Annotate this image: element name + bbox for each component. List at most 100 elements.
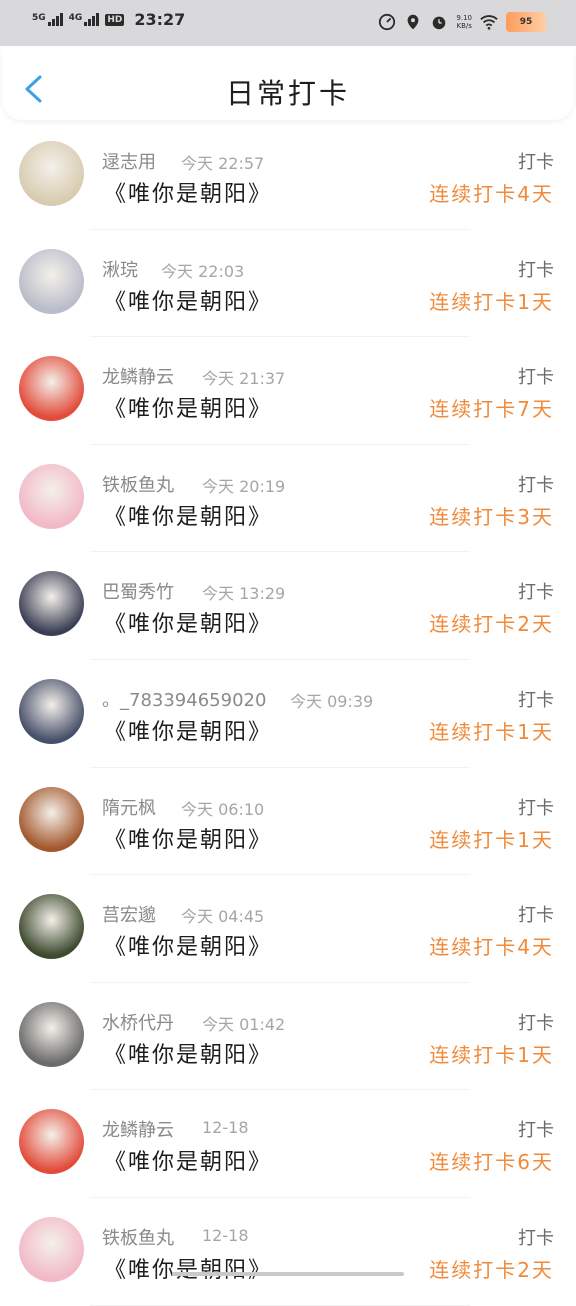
avatar[interactable]: [19, 571, 84, 637]
alarm-icon: [433, 16, 446, 30]
checkin-time: 今天 06:10: [181, 799, 265, 819]
speedometer-icon: [379, 13, 396, 31]
streak-count: 连续打卡7天: [429, 397, 554, 422]
book-title[interactable]: 《唯你是朝阳》: [104, 1144, 272, 1176]
wifi-icon: [480, 15, 498, 30]
streak-count: 连续打卡2天: [429, 1257, 554, 1282]
avatar[interactable]: [19, 1001, 84, 1067]
list-item[interactable]: 。_7833946590201... 今天 09:39 《唯你是朝阳》 打卡连续打卡1…: [0, 660, 576, 768]
header-bar: 日常打卡: [2, 48, 574, 120]
signal-5g-icon: 5G: [32, 13, 63, 26]
checkin-time: 12-18: [202, 1118, 249, 1138]
user-name[interactable]: 铁板鱼丸: [102, 471, 174, 497]
avatar[interactable]: [19, 1109, 84, 1175]
book-title[interactable]: 《唯你是朝阳》: [104, 929, 272, 961]
streak-count: 连续打卡6天: [429, 1150, 554, 1175]
book-title[interactable]: 《唯你是朝阳》: [104, 822, 272, 854]
streak-count: 连续打卡1天: [429, 827, 554, 852]
avatar[interactable]: [19, 1216, 84, 1282]
list-item[interactable]: 龙鳞静云 今天 21:37 《唯你是朝阳》 打卡连续打卡7天: [0, 337, 576, 445]
battery-icon: 95: [506, 12, 546, 32]
avatar[interactable]: [19, 141, 84, 206]
user-name[interactable]: 水桥代丹: [102, 1009, 174, 1035]
user-name[interactable]: 逯志用: [102, 148, 156, 174]
streak-count: 连续打卡1天: [429, 1042, 554, 1067]
book-title[interactable]: 《唯你是朝阳》: [104, 606, 272, 638]
net-speed-unit: KB/s: [456, 22, 472, 30]
book-title[interactable]: 《唯你是朝阳》: [104, 284, 272, 316]
signal-5g-label: 5G: [32, 13, 46, 23]
avatar[interactable]: [19, 356, 84, 422]
streak-count: 连续打卡1天: [429, 719, 554, 744]
checkin-time: 今天 22:03: [161, 261, 245, 281]
avatar[interactable]: [19, 248, 84, 314]
checkin-label: 打卡: [518, 474, 554, 496]
user-name[interactable]: 巴蜀秀竹: [102, 578, 174, 604]
checkin-label: 打卡: [518, 367, 554, 389]
list-item[interactable]: 水桥代丹 今天 01:42 《唯你是朝阳》 打卡连续打卡1天: [0, 983, 576, 1091]
list-item[interactable]: 逯志用 今天 22:57 《唯你是朝阳》 打卡连续打卡4天: [0, 122, 576, 230]
list-item[interactable]: 铁板鱼丸 今天 20:19 《唯你是朝阳》 打卡连续打卡3天: [0, 445, 576, 553]
avatar[interactable]: [19, 786, 84, 852]
status-bar: 5G 4G HD 23:27 9.10 KB/s 95: [0, 0, 576, 46]
avatar[interactable]: [19, 678, 84, 744]
avatar[interactable]: [19, 463, 84, 529]
checkin-label: 打卡: [518, 1227, 554, 1249]
checkin-time: 今天 20:19: [202, 476, 286, 496]
checkin-list: 逯志用 今天 22:57 《唯你是朝阳》 打卡 连续打卡4天 湫琓 今天 22:03 《唯你是…: [0, 122, 576, 1306]
book-title[interactable]: 《唯你是朝阳》: [104, 391, 272, 423]
home-indicator[interactable]: [172, 1272, 404, 1276]
user-name[interactable]: 莒宏邈: [102, 901, 156, 927]
checkin-label: 打卡: [518, 152, 554, 173]
checkin-time: 今天 01:42: [202, 1014, 286, 1034]
checkin-time: 今天 13:29: [202, 584, 286, 604]
row-divider: [90, 1304, 470, 1306]
streak-count: 连续打卡4天: [429, 182, 554, 206]
streak-count: 连续打卡4天: [429, 935, 554, 960]
user-name[interactable]: 隋元枫: [102, 794, 156, 820]
list-item[interactable]: 莒宏邈 今天 04:45 《唯你是朝阳》 打卡连续打卡4天: [0, 875, 576, 983]
checkin-label: 打卡: [518, 905, 554, 927]
streak-count: 连续打卡2天: [429, 612, 554, 637]
status-left: 5G 4G HD 23:27: [32, 10, 185, 29]
checkin-time: 今天 22:57: [181, 154, 265, 173]
book-title[interactable]: 《唯你是朝阳》: [104, 714, 272, 746]
user-name[interactable]: 铁板鱼丸: [102, 1224, 174, 1250]
list-item[interactable]: 隋元枫 今天 06:10 《唯你是朝阳》 打卡连续打卡1天: [0, 768, 576, 876]
net-speed: 9.10 KB/s: [456, 14, 472, 30]
checkin-label: 打卡: [518, 689, 554, 711]
checkin-label: 打卡: [518, 259, 554, 281]
user-name[interactable]: 龙鳞静云: [102, 363, 174, 389]
checkin-time: 12-18: [202, 1225, 249, 1245]
signal-4g-icon: 4G: [69, 13, 100, 26]
clock: 23:27: [134, 10, 186, 29]
checkin-label: 打卡: [518, 797, 554, 819]
book-title[interactable]: 《唯你是朝阳》: [104, 1252, 272, 1284]
avatar[interactable]: [19, 894, 84, 960]
list-item[interactable]: 龙鳞静云 12-18 《唯你是朝阳》 打卡连续打卡6天: [0, 1090, 576, 1198]
checkin-label: 打卡: [518, 1120, 554, 1142]
list-item[interactable]: 湫琓 今天 22:03 《唯你是朝阳》 打卡连续打卡1天: [0, 230, 576, 338]
checkin-time: 今天 09:39: [290, 691, 374, 711]
list-item[interactable]: 巴蜀秀竹 今天 13:29 《唯你是朝阳》 打卡连续打卡2天: [0, 552, 576, 660]
user-name[interactable]: 。_7833946590201...: [102, 686, 267, 712]
streak-count: 连续打卡3天: [429, 504, 554, 529]
hd-icon: HD: [105, 13, 125, 26]
streak-count: 连续打卡1天: [429, 289, 554, 314]
user-name[interactable]: 湫琓: [102, 256, 138, 282]
page-title: 日常打卡: [225, 77, 350, 110]
net-speed-value: 9.10: [456, 14, 472, 22]
battery-level: 95: [519, 17, 533, 27]
checkin-time: 今天 04:45: [181, 907, 265, 927]
book-title[interactable]: 《唯你是朝阳》: [104, 499, 272, 531]
checkin-label: 打卡: [518, 582, 554, 604]
checkin-label: 打卡: [518, 1012, 554, 1034]
checkin-time: 今天 21:37: [202, 369, 286, 389]
list-item[interactable]: 铁板鱼丸 12-18 《唯你是朝阳》 打卡连续打卡2天: [0, 1198, 576, 1306]
status-right: 9.10 KB/s 95: [378, 12, 546, 32]
signal-4g-label: 4G: [68, 13, 83, 23]
user-name[interactable]: 龙鳞静云: [102, 1116, 174, 1142]
location-icon: [408, 14, 419, 30]
book-title[interactable]: 《唯你是朝阳》: [104, 1037, 272, 1069]
book-title[interactable]: 《唯你是朝阳》: [104, 176, 272, 208]
